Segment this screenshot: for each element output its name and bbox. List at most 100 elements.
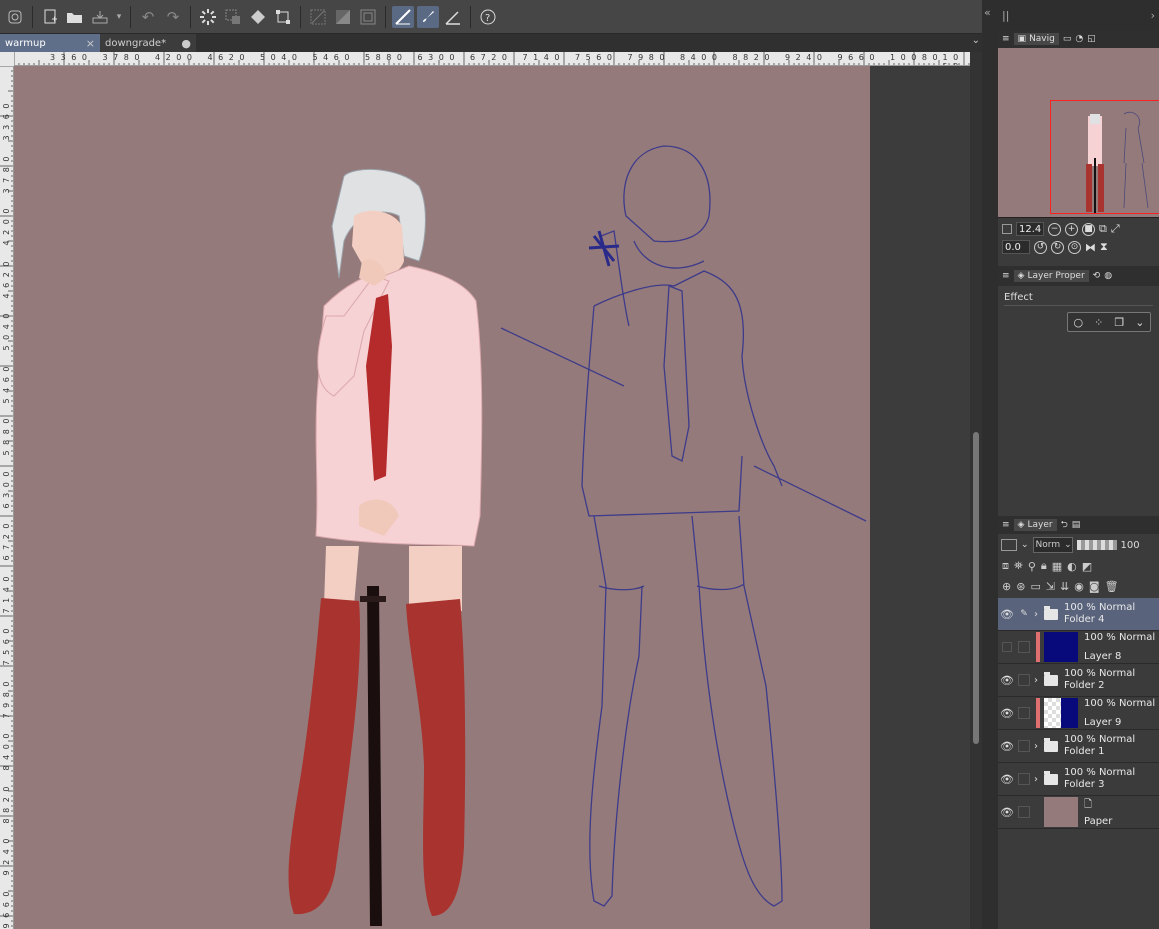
canvas-workspace[interactable] [14, 66, 970, 929]
zoom-value[interactable]: 12.4 [1016, 222, 1044, 236]
clear-selection-icon[interactable] [307, 6, 329, 28]
edit-target-box[interactable] [1018, 707, 1030, 719]
chevron-right-icon[interactable]: › [1034, 774, 1044, 785]
layer-row[interactable]: 👁︎ ✎ › 100 % Normal Folder 4 [998, 598, 1159, 631]
unsaved-dot-icon[interactable]: ● [181, 37, 191, 50]
snap-brush-icon[interactable] [417, 5, 439, 28]
clip-icon[interactable]: ⧈ [1002, 559, 1009, 573]
chevron-down-icon[interactable]: ⌄ [1021, 540, 1029, 550]
actual-size-icon[interactable]: ⧉ [1099, 222, 1107, 236]
rotate-right-icon[interactable]: ↻ [1051, 240, 1064, 254]
blend-mode-select[interactable]: Norm ⌄ [1032, 537, 1073, 553]
fill-icon[interactable] [247, 6, 269, 28]
subview-icon[interactable]: ▭ [1063, 34, 1072, 44]
snap-grid-icon[interactable] [442, 6, 464, 28]
delete-icon[interactable]: 🗑︎ [1105, 580, 1119, 593]
opacity-value[interactable]: 100 [1121, 540, 1140, 551]
chevron-down-icon[interactable]: ⌄ [1135, 316, 1144, 329]
menu-icon[interactable]: ≡ [1002, 34, 1010, 44]
layer-type-icon[interactable] [1001, 539, 1017, 551]
zoom-slider-icon[interactable] [1002, 224, 1012, 234]
navigator-preview[interactable] [998, 48, 1159, 218]
navigator-view-frame[interactable] [1050, 100, 1159, 214]
rotate-left-icon[interactable]: ↺ [1034, 240, 1047, 254]
chevron-down-icon[interactable]: ▾ [114, 6, 124, 28]
app-menu-icon[interactable] [4, 6, 26, 28]
flip-horizontal-icon[interactable]: ⧓ [1085, 241, 1096, 254]
new-raster-layer-icon[interactable]: ⊕ [1002, 580, 1011, 593]
collapse-left-icon[interactable]: « [982, 0, 998, 19]
reset-rotation-icon[interactable]: ⊙ [1068, 240, 1081, 254]
eye-icon[interactable]: 👁︎ [998, 806, 1016, 819]
layer-row[interactable]: 👁︎ › 100 % Normal Folder 3 [998, 763, 1159, 796]
reference-icon[interactable]: ⛯ [1014, 559, 1023, 573]
menu-icon[interactable]: ≡ [1002, 520, 1010, 530]
zoom-out-icon[interactable]: − [1048, 222, 1061, 236]
layer-row[interactable]: 👁︎ › 100 % Normal Folder 1 [998, 730, 1159, 763]
layer-row[interactable]: 👁︎ › 100 % Normal Folder 2 [998, 664, 1159, 697]
tab-navigator[interactable]: ▣ Navig [1013, 33, 1059, 45]
search-layer-icon[interactable]: ⟲ [1093, 271, 1101, 281]
scrollbar-thumb[interactable] [973, 432, 979, 744]
help-icon[interactable]: ? [477, 6, 499, 28]
selection-border-icon[interactable] [357, 6, 379, 28]
auto-action-icon[interactable]: ⮌ [1061, 517, 1068, 533]
transfer-down-icon[interactable]: ⇲ [1046, 580, 1055, 593]
select-layer-icon[interactable] [222, 6, 244, 28]
edit-target-box[interactable] [1018, 740, 1030, 752]
layer-row[interactable]: 100 % Normal Layer 8 [998, 631, 1159, 664]
edit-target-box[interactable] [1018, 773, 1030, 785]
vertical-ruler[interactable]: 3 3 6 0 3 7 8 0 4 2 0 0 4 6 2 0 5 0 4 0 5 4 6… [0, 66, 14, 929]
eye-icon[interactable]: 👁︎ [998, 608, 1016, 621]
edit-target-box[interactable] [1018, 674, 1030, 686]
pen-icon[interactable]: ✎ [1018, 608, 1030, 620]
close-icon[interactable]: × [86, 37, 95, 50]
layer-row[interactable]: 👁︎ 🗋︎ Paper [998, 796, 1159, 829]
layer-color-icon[interactable]: ❐ [1114, 316, 1124, 329]
fit-icon[interactable]: ■ [1082, 222, 1095, 236]
eye-icon[interactable]: 👁︎ [998, 740, 1016, 753]
new-vector-layer-icon[interactable]: ⊛ [1016, 580, 1025, 593]
edit-target-box[interactable] [1018, 641, 1030, 653]
merge-icon[interactable]: ⇊ [1060, 580, 1069, 593]
chevron-down-icon[interactable]: ⌄ [972, 35, 980, 46]
eye-icon[interactable] [1002, 642, 1012, 652]
rotation-value[interactable]: 0.0 [1002, 240, 1030, 254]
tab-layer[interactable]: ◈ Layer [1013, 519, 1057, 531]
tab-downgrade[interactable]: downgrade* ● [100, 34, 196, 52]
layer-info-icon[interactable]: ◍ [1104, 271, 1112, 281]
eye-icon[interactable]: 👁︎ [998, 707, 1016, 720]
chevron-right-icon[interactable]: › [1034, 741, 1044, 752]
fit-window-icon[interactable]: ⤢ [1111, 222, 1120, 236]
eye-icon[interactable]: 👁︎ [998, 773, 1016, 786]
chevron-right-icon[interactable]: › [1034, 675, 1044, 686]
mask-icon[interactable]: ◐ [1067, 560, 1077, 573]
apply-mask-icon[interactable]: ◙ [1089, 580, 1100, 593]
zoom-in-icon[interactable]: + [1065, 222, 1078, 236]
save-icon[interactable] [89, 6, 111, 28]
eye-icon[interactable]: 👁︎ [998, 674, 1016, 687]
redo-icon[interactable]: ↷ [162, 6, 184, 28]
edit-target-box[interactable] [1018, 806, 1030, 818]
ruler-icon[interactable]: ◩ [1082, 560, 1092, 573]
animation-icon[interactable]: ▤ [1072, 520, 1081, 530]
lock-alpha-icon[interactable]: ▦ [1052, 560, 1062, 573]
snap-ruler-icon[interactable] [392, 5, 414, 28]
border-effect-icon[interactable]: ○ [1074, 316, 1084, 329]
vertical-scrollbar[interactable] [970, 52, 982, 929]
loading-icon[interactable] [197, 6, 219, 28]
transform-icon[interactable] [272, 6, 294, 28]
new-folder-icon[interactable]: ▭ [1030, 580, 1040, 593]
horizontal-ruler[interactable]: 3 3 6 0 3 7 8 0 4 2 0 0 4 6 2 0 5 0 4 0 5 4 6… [14, 52, 970, 66]
undo-icon[interactable]: ↶ [137, 6, 159, 28]
tab-layer-property[interactable]: ◈ Layer Proper [1013, 270, 1089, 282]
opacity-slider[interactable] [1076, 540, 1117, 550]
open-folder-icon[interactable] [64, 6, 86, 28]
flip-vertical-icon[interactable]: ⧗ [1100, 240, 1108, 254]
chevron-right-icon[interactable]: › [1034, 609, 1044, 620]
chevron-right-icon[interactable]: › [1151, 9, 1155, 22]
layer-row[interactable]: 👁︎ 100 % Normal Layer 9 [998, 697, 1159, 730]
invert-selection-icon[interactable] [332, 6, 354, 28]
tab-warmup[interactable]: warmup × [0, 34, 100, 52]
drawing-canvas[interactable] [14, 66, 870, 929]
